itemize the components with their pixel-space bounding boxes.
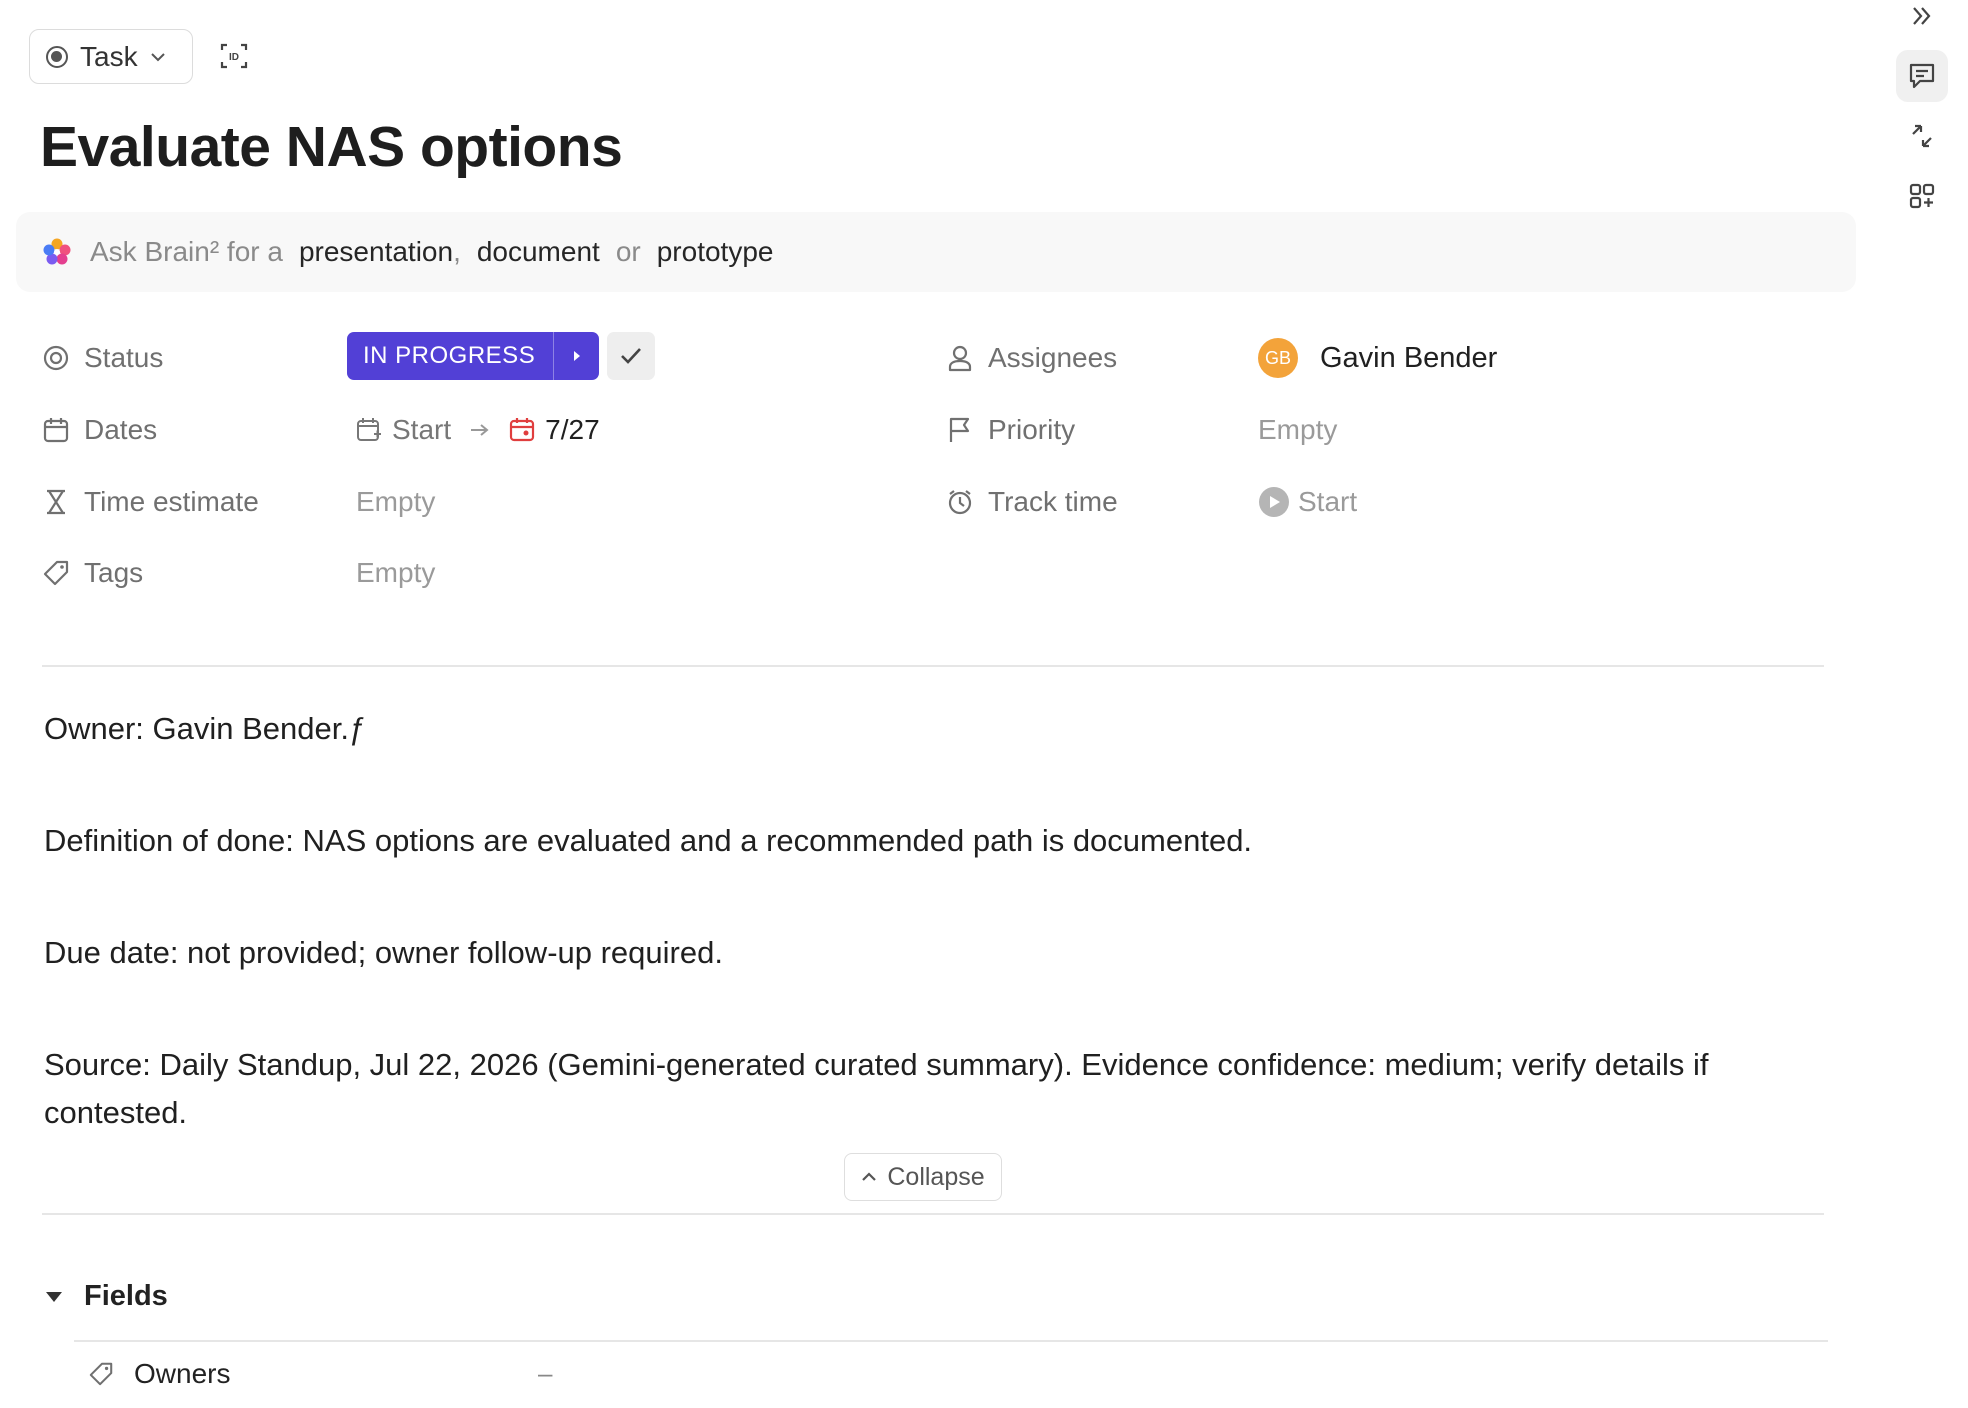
comments-button[interactable] (1896, 50, 1948, 102)
fields-header: Fields (84, 1280, 168, 1312)
apps-button[interactable] (1896, 170, 1948, 222)
start-date-label: Start (392, 414, 452, 445)
chevron-down-icon (150, 46, 166, 67)
caret-down-icon (46, 1291, 62, 1302)
ai-brain-prompt-bar[interactable]: Ask Brain² for a presentation , document… (16, 212, 1856, 292)
time-estimate-label: Time estimate (42, 482, 259, 522)
field-owners-label: Owners (134, 1358, 231, 1389)
tag-icon (89, 1362, 113, 1386)
activity-button[interactable] (1896, 110, 1948, 162)
brain-option-document[interactable]: document (477, 236, 600, 268)
task-type-icon (46, 45, 68, 68)
track-time-start-button[interactable]: Start (1258, 482, 1357, 522)
track-time-label: Track time (946, 482, 1118, 522)
track-time-start-label: Start (1298, 486, 1358, 517)
dates-label: Dates (42, 410, 157, 450)
assignee-name: Gavin Bender (1320, 341, 1498, 374)
description-source: Source: Daily Standup, Jul 22, 2026 (Gem… (44, 1047, 1709, 1130)
status-button[interactable]: IN PROGRESS (347, 332, 600, 380)
svg-text:ID: ID (229, 52, 239, 63)
check-icon (621, 348, 642, 364)
tags-label: Tags (42, 553, 143, 593)
apps-icon (1909, 183, 1935, 209)
field-row-owners: Owners (88, 1358, 230, 1390)
due-date-value: 7/27 (545, 414, 600, 445)
status-control: IN PROGRESS (347, 332, 656, 380)
fields-section-toggle[interactable]: Fields (46, 1280, 168, 1313)
brain-option-prototype[interactable]: prototype (657, 236, 774, 268)
brain-or: or (615, 236, 641, 267)
brain-prefix: Ask Brain² for a (90, 236, 283, 267)
tags-value[interactable]: Empty (356, 553, 435, 593)
task-id-button[interactable]: ID (216, 38, 252, 74)
status-label: Status (42, 338, 163, 378)
activity-icon (1912, 124, 1932, 148)
description-owner: Owner: Gavin Bender.ƒ (44, 711, 367, 746)
mark-complete-button[interactable] (607, 332, 656, 380)
calendar-start-icon (357, 418, 381, 441)
properties-divider (42, 665, 1824, 667)
timer-icon (948, 490, 972, 515)
assignee-value[interactable]: GB Gavin Bender (1258, 338, 1497, 378)
chevron-up-icon (862, 1172, 877, 1181)
description-divider (42, 1213, 1824, 1215)
tag-icon (43, 560, 69, 586)
task-type-label: Task (80, 40, 138, 72)
fields-divider (74, 1340, 1828, 1342)
time-estimate-value[interactable]: Empty (356, 482, 435, 522)
collapse-button[interactable]: Collapse (844, 1153, 1002, 1201)
arrow-right-icon (471, 424, 489, 436)
brain-comma: , (453, 236, 461, 267)
task-type-dropdown[interactable]: Task (29, 29, 193, 84)
comment-icon (1909, 63, 1935, 89)
collapse-sidebar-button[interactable] (1896, 0, 1948, 42)
user-icon (948, 345, 972, 372)
avatar: GB (1258, 338, 1298, 378)
dates-value: Start 7/27 (356, 410, 600, 450)
priority-value[interactable]: Empty (1258, 410, 1337, 450)
start-date-button[interactable]: Start (356, 414, 451, 446)
play-icon (1259, 487, 1289, 517)
description-definition: Definition of done: NAS options are eval… (44, 823, 1253, 858)
status-icon (43, 345, 69, 371)
brain-option-presentation[interactable]: presentation (299, 236, 453, 268)
field-owners-value[interactable]: – (538, 1358, 552, 1389)
hourglass-icon (47, 489, 65, 515)
task-id-icon: ID (220, 43, 248, 69)
assignees-label: Assignees (946, 338, 1117, 378)
priority-label: Priority (946, 410, 1075, 450)
calendar-icon (43, 418, 69, 443)
due-date-button[interactable]: 7/27 (509, 414, 600, 446)
flag-icon (949, 417, 970, 442)
status-value: IN PROGRESS (363, 342, 536, 369)
status-next-icon[interactable] (553, 332, 599, 380)
description-due: Due date: not provided; owner follow-up … (44, 935, 723, 970)
double-chevron-right-icon (1913, 7, 1931, 25)
task-title[interactable]: Evaluate NAS options (40, 114, 623, 180)
collapse-label: Collapse (887, 1162, 985, 1191)
brain-sparkle-icon (43, 238, 71, 265)
calendar-due-icon (510, 418, 535, 442)
